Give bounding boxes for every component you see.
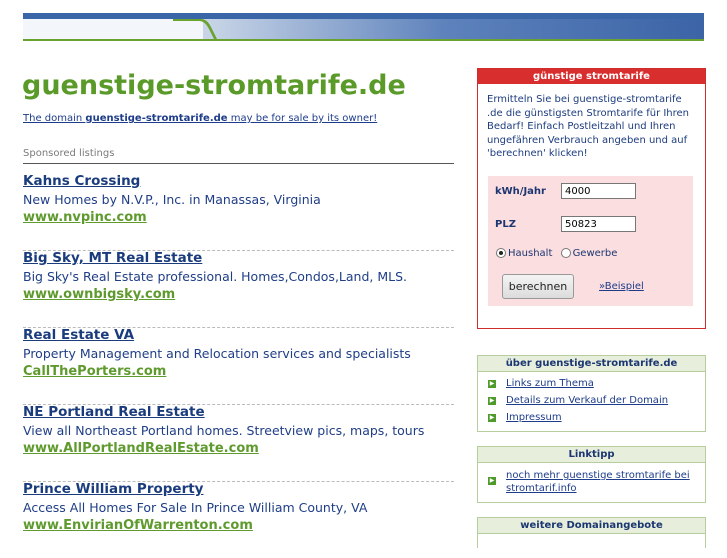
about-heading: über guenstige-stromtarife.de [478, 356, 705, 372]
linktipp-link[interactable]: noch mehr guenstige stromtarife bei stro… [506, 469, 702, 495]
sale-prefix: The domain [23, 113, 86, 124]
listing-title-link[interactable]: NE Portland Real Estate [23, 404, 205, 420]
arrow-bullet-icon: ▶ [488, 414, 496, 422]
more-domains-box: weitere Domainangebote [477, 517, 706, 548]
listing-description: Access All Homes For Sale In Prince Will… [23, 500, 368, 515]
business-radio[interactable] [560, 248, 571, 258]
listing-url-link[interactable]: www.AllPortlandRealEstate.com [23, 441, 259, 456]
example-link[interactable]: »Beispiel [599, 281, 644, 292]
sponsored-listings-heading: Sponsored listings [23, 148, 454, 164]
listing-url-link[interactable]: www.nvpinc.com [23, 210, 147, 225]
calculator-form: kWh/Jahr PLZ Haushalt Gewerbe berechnen … [488, 176, 693, 306]
banner-green-line [23, 39, 704, 41]
listing-title-link[interactable]: Prince William Property [23, 481, 203, 497]
domain-sale-link[interactable]: The domain guenstige-stromtarife.de may … [23, 113, 377, 124]
banner-wave [173, 19, 253, 41]
about-item-link[interactable]: Details zum Verkauf der Domain [506, 395, 668, 406]
about-item-link[interactable]: Links zum Thema [506, 378, 594, 389]
calculate-button[interactable]: berechnen [502, 274, 574, 299]
more-domains-heading: weitere Domainangebote [478, 518, 705, 534]
sale-domain: guenstige-stromtarife.de [85, 113, 228, 124]
kwh-label: kWh/Jahr [495, 186, 546, 197]
listing-description: View all Northeast Portland homes. Stree… [23, 423, 425, 438]
header-banner [23, 13, 704, 41]
tariff-calculator-box: günstige stromtarife Ermitteln Sie bei g… [477, 68, 706, 329]
customer-type-radios: Haushalt Gewerbe [496, 248, 617, 259]
listing-url-link[interactable]: www.ownbigsky.com [23, 287, 175, 302]
arrow-bullet-icon: ▶ [488, 380, 496, 388]
about-box: über guenstige-stromtarife.de ▶ Links zu… [477, 355, 706, 432]
listing-title-link[interactable]: Real Estate VA [23, 327, 134, 343]
calculator-heading: günstige stromtarife [478, 69, 705, 84]
sale-suffix: may be for sale by its owner! [227, 113, 378, 124]
listing-title-link[interactable]: Kahns Crossing [23, 173, 140, 189]
listing-description: Property Management and Relocation servi… [23, 346, 411, 361]
linktipp-heading: Linktipp [478, 447, 705, 463]
listing-url-link[interactable]: www.EnvirianOfWarrenton.com [23, 518, 253, 533]
listing-title-link[interactable]: Big Sky, MT Real Estate [23, 250, 202, 266]
calculator-intro: Ermitteln Sie bei guenstige-stromtarife … [487, 94, 690, 160]
arrow-bullet-icon: ▶ [488, 477, 496, 485]
household-label: Haushalt [508, 248, 553, 259]
site-title: guenstige-stromtarife.de [22, 70, 406, 101]
plz-input[interactable] [561, 216, 636, 232]
business-label: Gewerbe [572, 248, 618, 259]
listing-item: NE Portland Real Estate View all Northea… [23, 404, 454, 482]
listing-url-link[interactable]: CallThePorters.com [23, 364, 166, 379]
household-radio[interactable] [496, 248, 506, 258]
plz-label: PLZ [495, 219, 516, 230]
kwh-input[interactable] [561, 183, 636, 199]
linktipp-box: Linktipp ▶ noch mehr guenstige stromtari… [477, 446, 706, 503]
listing-item: Big Sky, MT Real Estate Big Sky's Real E… [23, 250, 454, 328]
arrow-bullet-icon: ▶ [488, 397, 496, 405]
listing-description: Big Sky's Real Estate professional. Home… [23, 269, 407, 284]
listing-item: Kahns Crossing New Homes by N.V.P., Inc.… [23, 173, 454, 251]
about-item-link[interactable]: Impressum [506, 412, 562, 423]
listing-description: New Homes by N.V.P., Inc. in Manassas, V… [23, 192, 321, 207]
listing-item: Prince William Property Access All Homes… [23, 481, 454, 558]
listing-item: Real Estate VA Property Management and R… [23, 327, 454, 405]
